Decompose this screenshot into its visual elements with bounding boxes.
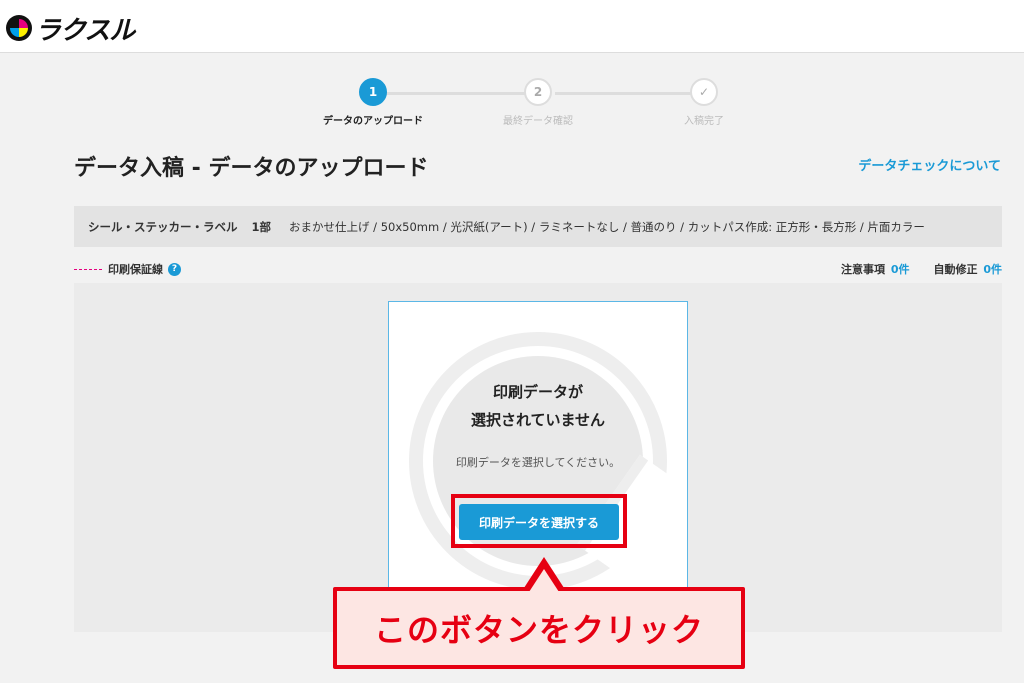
progress-steps: 1 データのアップロード 2 最終データ確認 ✓ 入稿完了 bbox=[300, 78, 770, 128]
step-confirm: 2 最終データ確認 bbox=[478, 78, 598, 127]
logo[interactable]: ラクスル bbox=[6, 12, 135, 46]
notice-value: 0件 bbox=[890, 263, 910, 276]
spec-quantity: 1部 bbox=[251, 219, 272, 234]
step-upload: 1 データのアップロード bbox=[313, 78, 433, 127]
guide-line-label: 印刷保証線 bbox=[108, 263, 163, 276]
autofix-count[interactable]: 自動修正 0件 bbox=[934, 261, 1003, 277]
instruction-callout: このボタンをクリック bbox=[333, 587, 745, 669]
check-icon: ✓ bbox=[690, 78, 718, 106]
button-highlight-frame bbox=[451, 494, 627, 548]
autofix-label: 自動修正 bbox=[933, 263, 978, 276]
autofix-value: 0件 bbox=[983, 263, 1002, 276]
callout-tail-fill bbox=[529, 569, 559, 592]
step-complete: ✓ 入稿完了 bbox=[644, 78, 764, 127]
upload-status-line1: 印刷データが bbox=[492, 383, 583, 401]
step-label: 最終データ確認 bbox=[503, 116, 573, 127]
step-label: 入稿完了 bbox=[684, 116, 724, 127]
step-number: 2 bbox=[524, 78, 552, 106]
data-check-help-link[interactable]: データチェックについて bbox=[858, 155, 1001, 174]
print-guide-legend: 印刷保証線 ? bbox=[74, 261, 181, 277]
step-number: 1 bbox=[359, 78, 387, 106]
upload-status-title: 印刷データが 選択されていません bbox=[389, 378, 687, 434]
logo-text: ラクスル bbox=[35, 15, 135, 46]
guide-line-swatch bbox=[74, 268, 102, 270]
check-counts: 注意事項 0件 自動修正 0件 bbox=[841, 261, 1002, 277]
notice-count[interactable]: 注意事項 0件 bbox=[841, 261, 910, 277]
page-title: データ入稿 - データのアップロード bbox=[74, 156, 429, 181]
notice-label: 注意事項 bbox=[841, 263, 885, 276]
spec-product: シール・ステッカー・ラベル bbox=[88, 219, 238, 234]
spec-options: おまかせ仕上げ / 50x50mm / 光沢紙(アート) / ラミネートなし /… bbox=[289, 219, 925, 234]
question-icon[interactable]: ? bbox=[168, 262, 181, 276]
top-bar: ラクスル bbox=[0, 0, 1024, 53]
logo-mark-icon bbox=[6, 15, 32, 41]
step-label: データのアップロード bbox=[323, 116, 423, 127]
callout-text: このボタンをクリック bbox=[373, 611, 704, 649]
order-spec-bar: シール・ステッカー・ラベル 1部 おまかせ仕上げ / 50x50mm / 光沢紙… bbox=[74, 206, 1002, 247]
upload-status-line2: 選択されていません bbox=[470, 411, 606, 429]
upload-instruction: 印刷データを選択してください。 bbox=[455, 456, 621, 469]
